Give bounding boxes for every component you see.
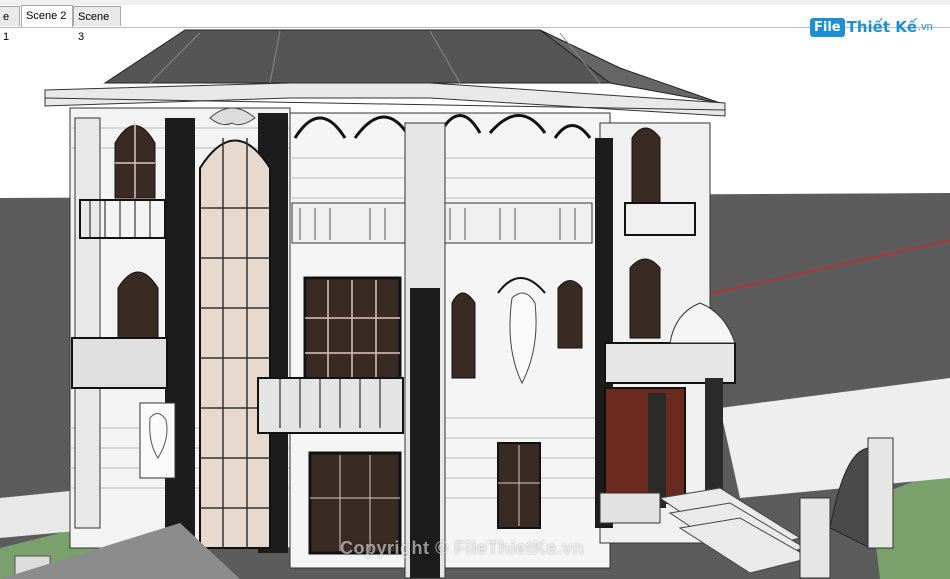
window-arch-left-middle xyxy=(117,271,159,349)
window-arch-center-right-2 xyxy=(557,280,583,349)
porch-balustrade xyxy=(604,342,736,384)
window-arch-right-middle xyxy=(629,258,661,339)
roof-main xyxy=(103,29,612,84)
villa-render xyxy=(0,29,950,579)
logo-badge: File xyxy=(810,17,845,37)
logo-text: Thiết Kế xyxy=(846,18,918,36)
entrance-door xyxy=(604,387,686,504)
balcony-left-middle xyxy=(71,337,168,389)
tab-scene-1[interactable]: e 1 xyxy=(0,6,20,43)
tab-scene-2[interactable]: Scene 2 xyxy=(21,5,73,27)
site-logo: File Thiết Kế .vn xyxy=(810,14,933,40)
pilaster-left-dark xyxy=(165,118,195,548)
3d-model-viewport[interactable] xyxy=(0,28,950,579)
window-arch-center-right-1 xyxy=(451,292,476,379)
tab-scene-3[interactable]: Scene 3 xyxy=(73,6,121,43)
relief-panel-left xyxy=(139,402,176,479)
tall-arched-window xyxy=(199,139,271,549)
gate-pillar xyxy=(799,497,831,579)
scene-tab-bar: e 1 Scene 2 Scene 3 xyxy=(0,5,950,43)
window-arch-right-upper xyxy=(631,127,661,204)
logo-suffix: .vn xyxy=(918,21,933,33)
copyright-watermark: Copyright © FileThietKe.vn xyxy=(340,538,585,558)
